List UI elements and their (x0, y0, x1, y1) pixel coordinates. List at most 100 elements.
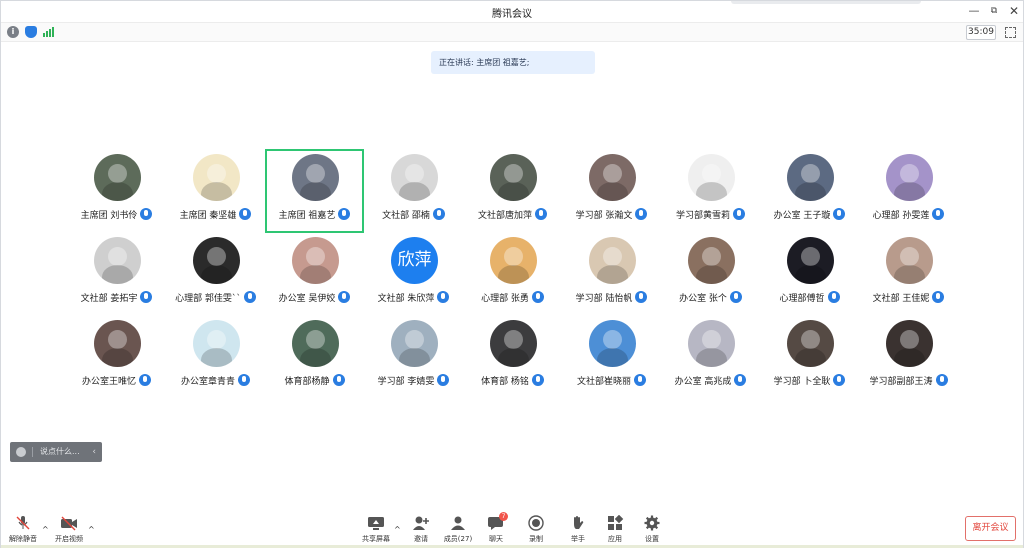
avatar (490, 154, 537, 201)
fullscreen-icon[interactable] (1005, 27, 1016, 38)
collapse-chevron-icon[interactable]: ‹ (92, 442, 96, 462)
members-icon (449, 515, 467, 531)
avatar (193, 237, 240, 284)
mic-icon (733, 208, 745, 220)
emoji-icon[interactable] (16, 447, 26, 457)
participant-name: 体育部杨静 (284, 377, 330, 387)
avatar (292, 154, 339, 201)
avatar (490, 237, 537, 284)
participant-name: 学习部 卜全耿 (773, 377, 831, 387)
mic-icon (833, 374, 846, 386)
participant-name: 学习部 张瀚文 (575, 211, 633, 221)
mic-icon (437, 374, 450, 386)
participant-name: 文社部 王佳妮 (872, 294, 930, 304)
participant-tile[interactable]: 主席团 刘书伶 (67, 149, 166, 233)
mic-icon (139, 374, 151, 386)
avatar (688, 320, 735, 367)
participant-tile[interactable]: 学习部副部王涛 (859, 315, 958, 399)
participant-tile[interactable]: 欣萍 文社部 朱欣萍 (364, 232, 463, 316)
chat-button[interactable]: 7 聊天 (476, 512, 516, 547)
participant-name-row: 文社部崔晓丽 (562, 374, 661, 387)
participant-name: 主席团 秦坚雄 (179, 211, 237, 221)
participant-tile[interactable]: 学习部黄雪莉 (661, 149, 760, 233)
share-options-caret-icon[interactable]: ^ (394, 525, 401, 534)
share-screen-icon (367, 515, 385, 531)
record-button[interactable]: 录制 (516, 515, 556, 547)
avatar (688, 237, 735, 284)
participant-tile[interactable]: 学习部 陆怡帆 (562, 232, 661, 316)
participant-name-row: 主席团 祖嘉艺 (267, 208, 362, 221)
participant-name: 办公室章青青 (180, 377, 235, 387)
participant-name-row: 学习部黄雪莉 (661, 208, 760, 221)
close-button[interactable]: ✕ (1007, 4, 1021, 18)
participant-tile[interactable]: 体育部 杨铭 (463, 315, 562, 399)
participant-tile[interactable]: 办公室章青青 (166, 315, 265, 399)
participant-name: 办公室 张个 (679, 294, 727, 304)
participant-tile[interactable]: 文社部 邵楠 (364, 149, 463, 233)
mic-icon (437, 291, 450, 303)
participant-tile[interactable]: 学习部 卜全耿 (760, 315, 859, 399)
participant-name-row: 心理部 郭佳雯`` (166, 291, 265, 304)
leave-meeting-button[interactable]: 离开会议 (965, 516, 1016, 541)
participant-tile[interactable]: 主席团 秦坚雄 (166, 149, 265, 233)
info-icon[interactable]: i (7, 26, 19, 38)
participant-tile[interactable]: 办公室 吴伊姣 (265, 232, 364, 316)
participant-name: 文社部 姜拓宇 (80, 294, 138, 304)
chat-label: 聊天 (489, 535, 503, 543)
chat-input[interactable]: 说点什么... ‹ (10, 442, 102, 462)
participant-name: 办公室 高兆成 (674, 377, 732, 387)
share-screen-button[interactable]: 共享屏幕 (356, 515, 396, 547)
settings-button[interactable]: 设置 (632, 515, 672, 547)
participant-tile[interactable]: 文社部 姜拓宇 (67, 232, 166, 316)
top-notch (731, 1, 921, 4)
participant-tile[interactable]: 心理部 孙雯莲 (859, 149, 958, 233)
participant-name: 心理部傅哲 (779, 294, 825, 304)
title-bar: 腾讯会议 — ⧉ ✕ (1, 1, 1023, 22)
unmute-button[interactable]: 解除静音 (3, 515, 43, 547)
unmute-label: 解除静音 (9, 535, 37, 543)
participant-tile[interactable]: 主席团 祖嘉艺 (265, 149, 364, 233)
members-button[interactable]: 成员(27) (438, 515, 478, 547)
participant-tile[interactable]: 学习部 张瀚文 (562, 149, 661, 233)
participant-name-row: 体育部杨静 (265, 374, 364, 387)
start-video-button[interactable]: 开启视频 (49, 515, 89, 547)
apps-icon (606, 514, 624, 531)
avatar (391, 320, 438, 367)
participant-tile[interactable]: 办公室 高兆成 (661, 315, 760, 399)
gear-icon (643, 515, 661, 531)
participant-tile[interactable]: 文社部崔晓丽 (562, 315, 661, 399)
participant-tile[interactable]: 办公室王唯忆 (67, 315, 166, 399)
participant-tile[interactable]: 办公室 王子璇 (760, 149, 859, 233)
restore-button[interactable]: ⧉ (987, 4, 1001, 18)
participant-tile[interactable]: 心理部 张勇 (463, 232, 562, 316)
participant-name-row: 办公室 高兆成 (661, 374, 760, 387)
participant-name-row: 办公室 王子璇 (760, 208, 859, 221)
mic-icon (239, 208, 252, 220)
participant-name-row: 心理部 张勇 (463, 291, 562, 304)
signal-icon[interactable] (43, 27, 55, 37)
participant-name: 主席团 祖嘉艺 (278, 211, 336, 221)
participant-name-row: 办公室王唯忆 (67, 374, 166, 387)
participant-tile[interactable]: 体育部杨静 (265, 315, 364, 399)
invite-button[interactable]: 邀请 (401, 515, 441, 547)
invite-label: 邀请 (414, 535, 428, 543)
participant-name: 学习部 李婧雯 (377, 377, 435, 387)
raise-hand-button[interactable]: 举手 (558, 515, 598, 547)
shield-icon[interactable] (25, 26, 37, 38)
participant-tile[interactable]: 学习部 李婧雯 (364, 315, 463, 399)
participant-tile[interactable]: 心理部 郭佳雯`` (166, 232, 265, 316)
participant-tile[interactable]: 文社部唐加萍 (463, 149, 562, 233)
mic-icon (827, 291, 840, 303)
minimize-button[interactable]: — (967, 4, 981, 18)
apps-button[interactable]: 应用 (595, 514, 635, 547)
participant-tile[interactable]: 办公室 张个 (661, 232, 760, 316)
avatar (886, 237, 933, 284)
participant-tile[interactable]: 心理部傅哲 (760, 232, 859, 316)
audio-options-caret-icon[interactable]: ^ (42, 525, 49, 534)
share-screen-label: 共享屏幕 (362, 535, 390, 543)
mic-icon (833, 208, 846, 220)
participant-tile[interactable]: 文社部 王佳妮 (859, 232, 958, 316)
video-options-caret-icon[interactable]: ^ (88, 525, 95, 534)
mic-icon (729, 291, 742, 303)
avatar (787, 237, 834, 284)
